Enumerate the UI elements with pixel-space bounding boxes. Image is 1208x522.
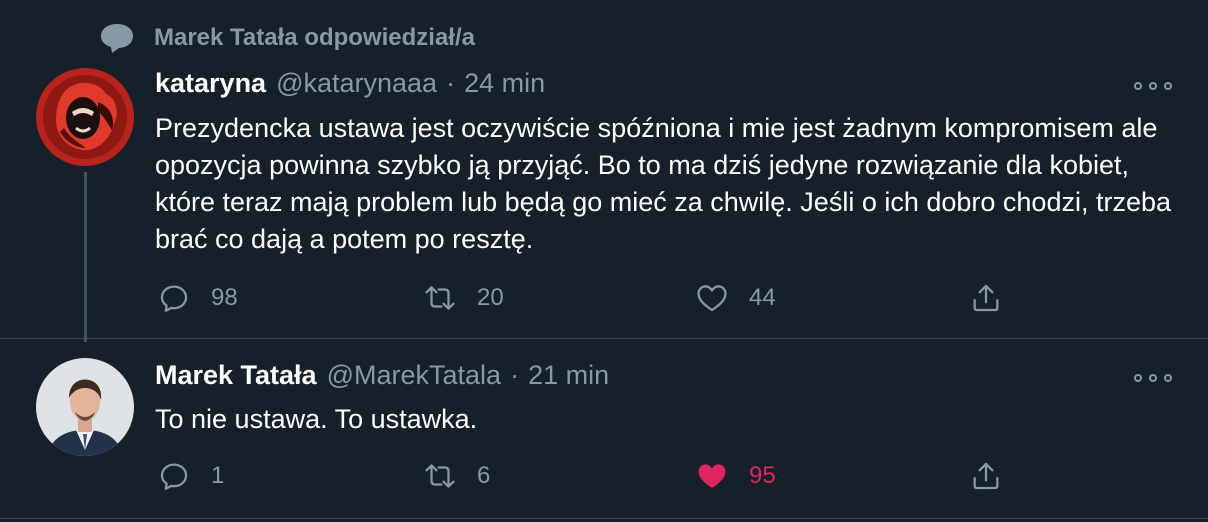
author-handle[interactable]: @MarekTatala	[327, 360, 501, 391]
reply-context[interactable]: Marek Tatała odpowiedział/a	[100, 22, 475, 54]
meta-separator: ·	[510, 360, 520, 390]
reply-count: 1	[211, 462, 225, 489]
heart-filled-icon	[698, 464, 726, 489]
bottom-separator	[0, 518, 1208, 519]
tweet-header: kataryna @katarynaaa · 24 min	[155, 68, 545, 104]
dot-icon	[1134, 374, 1142, 382]
more-options-button[interactable]	[1134, 76, 1172, 96]
reply-button[interactable]: 98	[157, 281, 238, 315]
tweet-text: To nie ustawa. To ustawka.	[155, 404, 478, 434]
author-handle[interactable]: @katarynaaa	[276, 68, 437, 99]
share-button[interactable]	[969, 281, 1003, 315]
tweet-header: Marek Tatała @MarekTatala · 21 min	[155, 360, 609, 396]
reply-button[interactable]: 1	[157, 459, 224, 493]
thread-connector-line	[84, 172, 87, 342]
reply-icon	[160, 285, 188, 312]
like-button[interactable]: 44	[695, 281, 776, 315]
share-icon	[973, 462, 999, 490]
retweet-icon	[425, 464, 455, 488]
tweet-separator	[0, 338, 1208, 339]
avatar[interactable]	[36, 358, 134, 456]
avatar-image	[36, 68, 134, 166]
like-count: 95	[749, 462, 776, 489]
avatar-image	[36, 358, 134, 456]
reply-icon	[160, 463, 188, 490]
reply-context-text: Marek Tatała odpowiedział/a	[154, 24, 475, 51]
author-name[interactable]: kataryna	[155, 68, 266, 99]
tweet-text: Prezydencka ustawa jest oczywiście spóźn…	[155, 113, 1172, 254]
retweet-button[interactable]: 6	[423, 459, 490, 493]
like-count: 44	[749, 284, 776, 311]
retweet-button[interactable]: 20	[423, 281, 504, 315]
dot-icon	[1134, 82, 1142, 90]
reply-count: 98	[211, 284, 238, 311]
retweet-count: 20	[477, 284, 504, 311]
share-button[interactable]	[969, 459, 1003, 493]
share-icon	[973, 284, 999, 312]
retweet-icon	[425, 286, 455, 310]
like-button[interactable]: 95	[695, 459, 776, 493]
heart-icon	[697, 285, 727, 312]
dot-icon	[1164, 374, 1172, 382]
more-options-button[interactable]	[1134, 368, 1172, 388]
dot-icon	[1149, 82, 1157, 90]
meta-separator: ·	[446, 68, 456, 98]
retweet-count: 6	[477, 462, 491, 489]
dot-icon	[1164, 82, 1172, 90]
avatar[interactable]	[36, 68, 134, 166]
author-name[interactable]: Marek Tatała	[155, 360, 317, 391]
tweet-timestamp[interactable]: 24 min	[464, 68, 545, 99]
dot-icon	[1149, 374, 1157, 382]
speech-bubble-icon	[101, 24, 133, 53]
tweet-timestamp[interactable]: 21 min	[528, 360, 609, 391]
